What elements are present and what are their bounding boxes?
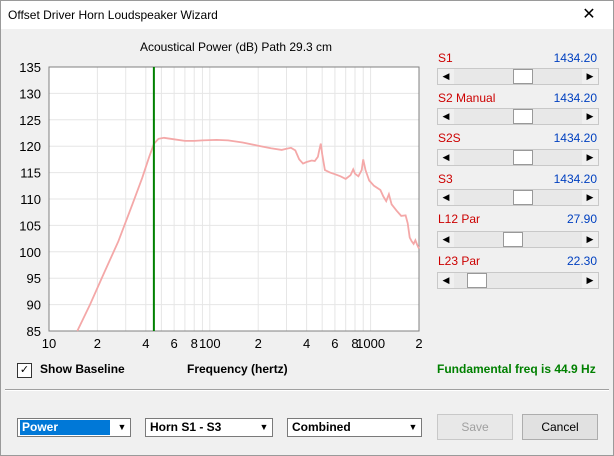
control-label: S2S	[438, 131, 461, 145]
x-tick-label: 4	[303, 336, 310, 351]
horn-dropdown-value: Horn S1 - S3	[150, 420, 222, 434]
scroll-left-icon[interactable]: ◀	[438, 109, 454, 124]
x-tick-label: 2	[94, 336, 101, 351]
chevron-down-icon[interactable]: ▼	[404, 419, 421, 436]
divider	[5, 389, 609, 391]
y-tick-label: 100	[19, 245, 41, 260]
scroll-left-icon[interactable]: ◀	[438, 232, 454, 247]
x-tick-label: 6	[171, 336, 178, 351]
combine-dropdown[interactable]: Combined ▼	[287, 418, 422, 437]
close-icon[interactable]: ✕	[569, 3, 609, 27]
scroll-left-icon[interactable]: ◀	[438, 69, 454, 84]
control-value: 1434.20	[553, 51, 597, 65]
x-tick-label: 1000	[356, 336, 385, 351]
slider-thumb[interactable]	[513, 150, 534, 165]
chevron-down-icon[interactable]: ▼	[113, 419, 130, 436]
control-label: S2 Manual	[438, 91, 496, 105]
slider-thumb[interactable]	[502, 232, 523, 247]
s3-slider[interactable]: ◀ ▶	[437, 189, 599, 206]
control-value: 1434.20	[553, 172, 597, 186]
y-tick-label: 130	[19, 86, 41, 101]
scroll-right-icon[interactable]: ▶	[582, 109, 598, 124]
x-axis-label: Frequency (hertz)	[187, 362, 288, 376]
control-label: S1	[438, 51, 453, 65]
s2-slider[interactable]: ◀ ▶	[437, 108, 599, 125]
scroll-left-icon[interactable]: ◀	[438, 190, 454, 205]
y-tick-label: 90	[27, 298, 41, 313]
x-tick-label: 2	[255, 336, 262, 351]
control-label: S3	[438, 172, 453, 186]
control-label: L12 Par	[438, 212, 481, 226]
control-value: 1434.20	[553, 91, 597, 105]
l23-slider[interactable]: ◀ ▶	[437, 272, 599, 289]
y-tick-label: 95	[27, 271, 41, 286]
chart-title: Acoustical Power (dB) Path 29.3 cm	[139, 40, 333, 54]
control-value: 27.90	[566, 212, 597, 226]
scroll-right-icon[interactable]: ▶	[582, 273, 598, 288]
mode-dropdown-value: Power	[20, 420, 110, 435]
x-tick-label: 10	[42, 336, 56, 351]
y-tick-label: 120	[19, 139, 41, 154]
l12-slider[interactable]: ◀ ▶	[437, 231, 599, 248]
slider-thumb[interactable]	[513, 190, 534, 205]
horn-dropdown[interactable]: Horn S1 - S3 ▼	[145, 418, 273, 437]
y-tick-label: 115	[20, 166, 41, 181]
control-value: 1434.20	[553, 131, 597, 145]
slider-thumb[interactable]	[466, 273, 487, 288]
mode-dropdown[interactable]: Power ▼	[17, 418, 131, 437]
show-baseline-checkbox[interactable]: ✓	[17, 363, 32, 378]
control-label: L23 Par	[438, 254, 481, 268]
s2s-slider[interactable]: ◀ ▶	[437, 149, 599, 166]
scroll-right-icon[interactable]: ▶	[582, 190, 598, 205]
control-value: 22.30	[566, 254, 597, 268]
y-tick-label: 105	[19, 218, 41, 233]
window-title: Offset Driver Horn Loudspeaker Wizard	[8, 8, 218, 22]
x-tick-label: 4	[142, 336, 149, 351]
x-tick-label: 6	[331, 336, 338, 351]
wizard-window: Offset Driver Horn Loudspeaker Wizard ✕ …	[0, 0, 614, 456]
scroll-right-icon[interactable]: ▶	[582, 150, 598, 165]
x-tick-label: 2	[415, 336, 422, 351]
chevron-down-icon[interactable]: ▼	[255, 419, 272, 436]
s1-slider[interactable]: ◀ ▶	[437, 68, 599, 85]
y-tick-label: 85	[27, 324, 41, 339]
power-chart: 85909510010511011512012513013510 2 4 6 8 100 2…	[19, 60, 422, 351]
scroll-left-icon[interactable]: ◀	[438, 150, 454, 165]
combine-dropdown-value: Combined	[292, 420, 351, 434]
save-button[interactable]: Save	[437, 414, 513, 440]
slider-thumb[interactable]	[513, 69, 534, 84]
y-tick-label: 110	[20, 192, 41, 207]
y-tick-label: 135	[19, 60, 41, 75]
y-tick-label: 125	[19, 113, 41, 128]
scroll-right-icon[interactable]: ▶	[582, 69, 598, 84]
scroll-right-icon[interactable]: ▶	[582, 232, 598, 247]
slider-thumb[interactable]	[513, 109, 534, 124]
show-baseline-label[interactable]: Show Baseline	[40, 362, 125, 376]
x-tick-label: 8	[191, 336, 198, 351]
title-bar: Offset Driver Horn Loudspeaker Wizard ✕	[1, 1, 613, 29]
scroll-left-icon[interactable]: ◀	[438, 273, 454, 288]
cancel-button[interactable]: Cancel	[522, 414, 598, 440]
x-tick-label: 100	[199, 336, 221, 351]
fundamental-frequency: Fundamental freq is 44.9 Hz	[437, 362, 596, 376]
